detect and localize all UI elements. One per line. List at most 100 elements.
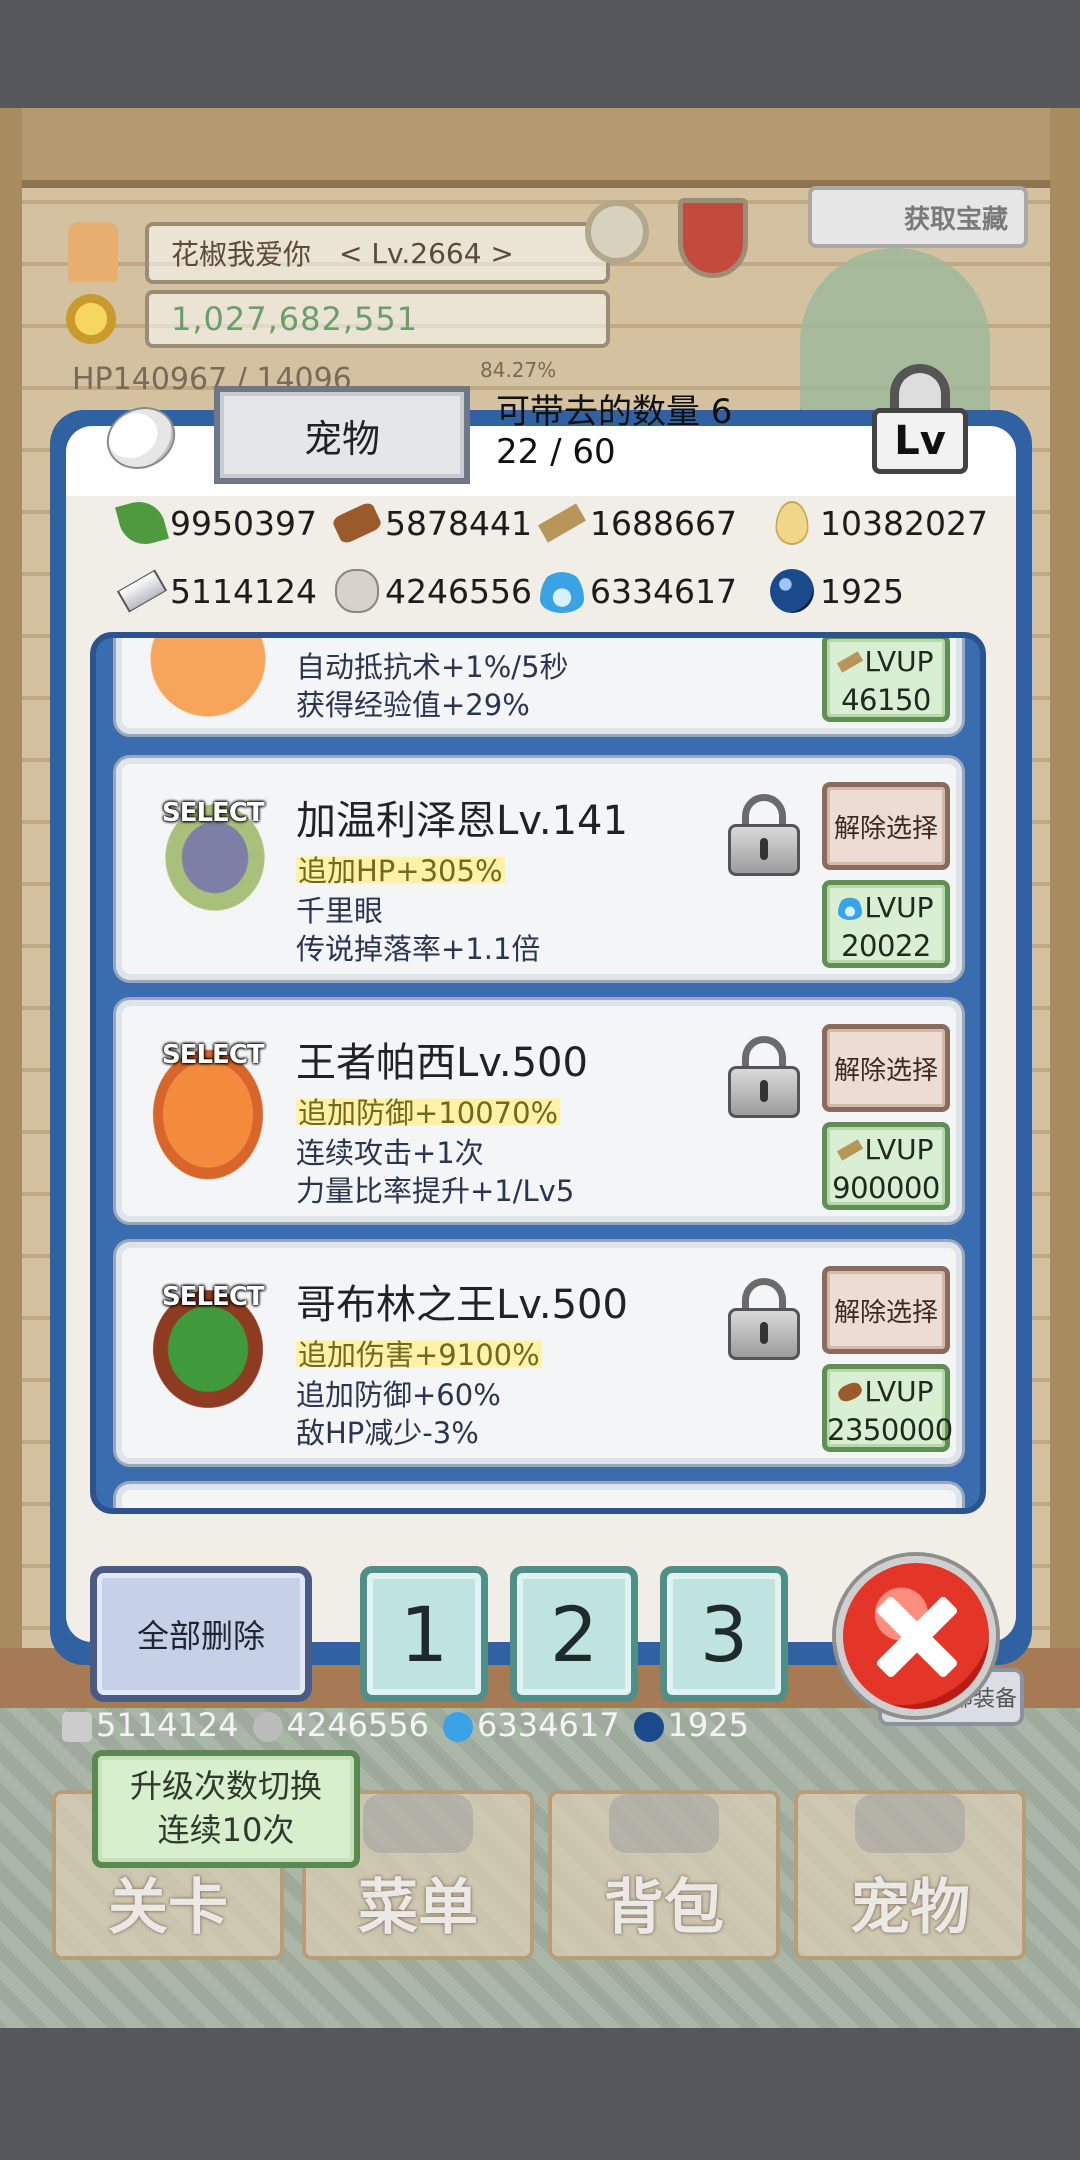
stone-icon — [252, 1712, 283, 1742]
pet-list[interactable]: 自动抵抗术+1%/5秒 获得经验值+29% LVUP 46150 SELECT … — [90, 632, 986, 1514]
bottom-res-fire: 6334617 — [443, 1706, 620, 1744]
lvup-label: LVUP — [864, 1133, 934, 1166]
resource-value: 1925 — [820, 571, 904, 611]
player-avatar[interactable] — [68, 222, 118, 282]
upgrade-toggle-line1: 升级次数切换 — [129, 1767, 322, 1805]
lock-icon[interactable] — [728, 1278, 800, 1360]
resource-drop: 10382027 — [770, 500, 1000, 546]
lvup-cost: 20022 — [841, 929, 931, 963]
deselect-button[interactable]: 解除选择 — [822, 1266, 950, 1354]
pet-effect-2: 自动抵抗术+1%/5秒 — [296, 650, 569, 684]
wood-log-icon — [836, 1379, 865, 1405]
preset-label: 3 — [699, 1589, 749, 1679]
upgrade-toggle-line2: 连续10次 — [157, 1811, 295, 1849]
resource-stone: 4246556 — [335, 568, 540, 614]
nav-tab-pet[interactable]: 宠物 — [794, 1790, 1026, 1960]
bottom-res-value: 6334617 — [477, 1706, 620, 1744]
get-treasure-button[interactable]: 获取宝藏 — [808, 186, 1028, 248]
resource-fire: 6334617 — [540, 568, 770, 614]
lock-icon[interactable] — [728, 794, 800, 876]
scene-pillar-left — [0, 108, 22, 1688]
player-name: 花椒我爱你 — [171, 238, 312, 271]
pet-card[interactable] — [116, 1484, 962, 1508]
lvup-button[interactable]: LVUP 2350000 — [822, 1364, 953, 1452]
level-lock-label: Lv — [872, 408, 968, 474]
modal-title-tab: 宠物 — [214, 386, 470, 484]
resource-value: 10382027 — [820, 503, 988, 543]
lvup-button[interactable]: LVUP 46150 — [822, 638, 950, 722]
skill-orb-icon[interactable] — [585, 200, 649, 264]
scene-beam — [0, 108, 1080, 188]
resource-wood: 5878441 — [331, 500, 540, 546]
lvup-label: LVUP — [864, 1375, 934, 1408]
pet-effect-2: 千里眼 — [296, 894, 384, 928]
pet-card[interactable]: 自动抵抗术+1%/5秒 获得经验值+29% LVUP 46150 — [116, 638, 962, 764]
upgrade-count-toggle[interactable]: 升级次数切换 连续10次 — [92, 1750, 360, 1868]
pet-name: 哥布林之王Lv.500 — [296, 1282, 628, 1328]
resource-grid: 9950397 5878441 1688667 10382027 5114124… — [115, 496, 1000, 620]
exp-percent: 84.27% — [480, 358, 557, 382]
lvup-button[interactable]: LVUP 900000 — [822, 1122, 950, 1210]
lvup-cost: 900000 — [832, 1171, 940, 1205]
nav-tab-bag[interactable]: 背包 — [548, 1790, 780, 1960]
close-button[interactable] — [836, 1556, 996, 1716]
treasure-label: 获取宝藏 — [903, 204, 1008, 235]
lvup-cost: 2350000 — [827, 1413, 953, 1447]
nav-tab-label: 背包 — [604, 1873, 724, 1943]
pet-card[interactable]: SELECT 王者帕西Lv.500 追加防御+10070% 连续攻击+1次 力量… — [116, 1000, 962, 1222]
deselect-button[interactable]: 解除选择 — [822, 1024, 950, 1112]
dark-orb-icon — [770, 569, 814, 613]
delete-all-label: 全部删除 — [136, 1617, 265, 1655]
drop-icon — [775, 501, 809, 545]
select-badge: SELECT — [162, 1040, 265, 1070]
pet-effect-1: 追加伤害+9100% — [296, 1332, 542, 1374]
pet-count: 22 / 60 — [496, 432, 616, 472]
resource-value: 4246556 — [385, 571, 532, 611]
level-lock-button[interactable]: Lv — [870, 364, 970, 476]
lvup-label: LVUP — [864, 645, 934, 678]
plank-icon — [837, 651, 864, 673]
bottom-resource-bar: 5114124 4246556 6334617 1925 — [62, 1702, 822, 1748]
stone-icon — [335, 569, 379, 613]
pet-effect-2: 追加防御+60% — [296, 1378, 501, 1412]
preset-1-button[interactable]: 1 — [360, 1566, 488, 1702]
gold-coin-icon — [66, 294, 116, 344]
lock-icon[interactable] — [728, 1036, 800, 1118]
leaf-icon — [115, 496, 169, 550]
plank-icon — [837, 1139, 864, 1161]
pet-card[interactable]: SELECT 哥布林之王Lv.500 追加伤害+9100% 追加防御+60% 敌… — [116, 1242, 962, 1464]
resource-iron: 5114124 — [116, 568, 335, 614]
pet-effect-3: 传说掉落率+1.1倍 — [296, 932, 541, 966]
player-name-box: 花椒我爱你 < Lv.2664 > — [145, 222, 610, 284]
deselect-button[interactable]: 解除选择 — [822, 782, 950, 870]
resource-leaf: 9950397 — [115, 496, 335, 550]
bottom-res-stone: 4246556 — [252, 1706, 429, 1744]
deselect-label: 解除选择 — [833, 1297, 938, 1328]
nav-tab-label: 关卡 — [108, 1873, 228, 1943]
book-icon — [363, 1794, 473, 1853]
select-badge: SELECT — [162, 1282, 265, 1312]
preset-label: 2 — [549, 1589, 599, 1679]
preset-2-button[interactable]: 2 — [510, 1566, 638, 1702]
resource-value: 6334617 — [590, 571, 737, 611]
player-level: < Lv.2664 > — [339, 236, 514, 270]
backpack-icon — [609, 1794, 719, 1853]
nav-tab-label: 菜单 — [358, 1873, 478, 1943]
preset-label: 1 — [399, 1589, 449, 1679]
preset-3-button[interactable]: 3 — [660, 1566, 788, 1702]
pet-effect-3: 力量比率提升+1/Lv5 — [296, 1174, 575, 1208]
resource-orb: 1925 — [770, 568, 1000, 614]
delete-all-button[interactable]: 全部删除 — [90, 1566, 312, 1702]
bottom-res-iron: 5114124 — [62, 1706, 239, 1744]
blue-fire-icon — [838, 896, 863, 920]
lvup-button[interactable]: LVUP 20022 — [822, 880, 950, 968]
bottom-res-value: 1925 — [667, 1706, 749, 1744]
deselect-label: 解除选择 — [833, 1055, 938, 1086]
pet-card[interactable]: SELECT 加温利泽恩Lv.141 追加HP+305% 千里眼 传说掉落率+1… — [116, 758, 962, 980]
lvup-cost: 46150 — [841, 683, 931, 717]
blue-fire-icon — [443, 1712, 474, 1742]
pet-name: 加温利泽恩Lv.141 — [296, 798, 628, 844]
gold-amount: 1,027,682,551 — [145, 290, 610, 348]
shield-icon[interactable] — [678, 198, 748, 278]
pet-effect-2: 连续攻击+1次 — [296, 1136, 484, 1170]
